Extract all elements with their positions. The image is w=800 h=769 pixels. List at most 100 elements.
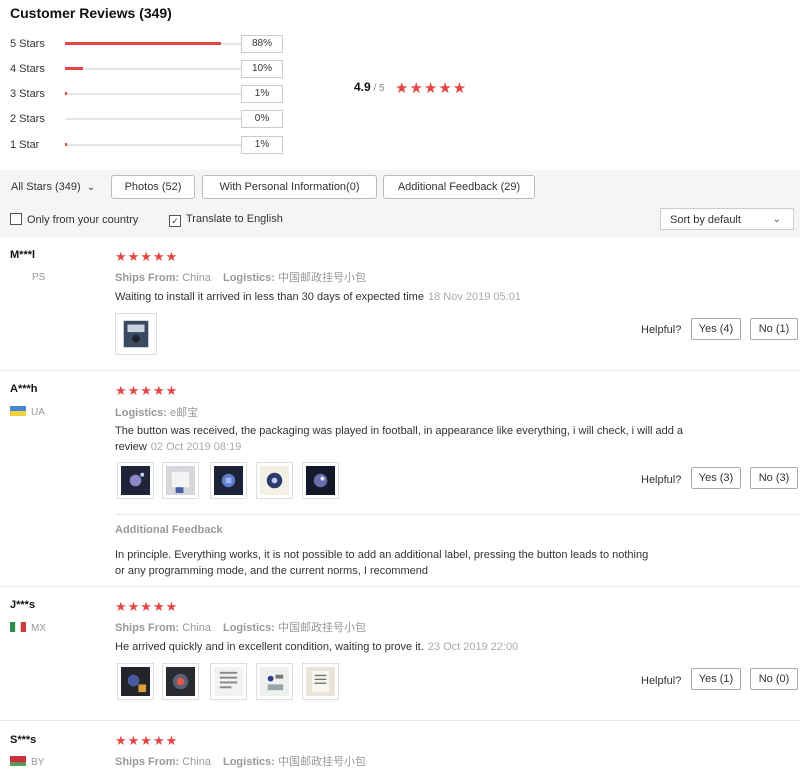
review-photo[interactable] xyxy=(256,663,293,700)
overall-outof: / 5 xyxy=(370,83,385,94)
review-date: 02 Oct 2019 08:19 xyxy=(150,441,242,453)
shipping-info: Logistics: e邮宝 xyxy=(115,404,198,420)
logistics-value: e邮宝 xyxy=(170,407,199,419)
review-photo[interactable] xyxy=(256,462,293,499)
rating-label: 3 Stars xyxy=(10,88,45,100)
review-photo[interactable] xyxy=(302,663,339,700)
rating-row-2[interactable]: 2 Stars 0% xyxy=(10,109,300,129)
reviewer-name: S***s xyxy=(10,734,37,746)
photo-thumbnail-icon xyxy=(214,667,243,696)
review-photo[interactable] xyxy=(162,462,199,499)
ships-from-value: China xyxy=(182,272,211,284)
additional-feedback-text: In principle. Everything works, it is no… xyxy=(115,547,735,579)
only-country-checkbox[interactable]: Only from your country xyxy=(10,213,138,226)
reviewer-country: MX xyxy=(10,622,46,634)
photo-thumbnail-icon xyxy=(214,466,243,495)
review-body-cont: review xyxy=(115,441,147,453)
ships-from-value: China xyxy=(182,756,211,768)
logistics-value: 中国邮政挂号小包 xyxy=(278,756,366,768)
rating-bar xyxy=(65,67,242,70)
rating-bar xyxy=(65,143,242,146)
logistics-label: Logistics: xyxy=(222,272,275,284)
photo-thumbnail-icon xyxy=(121,466,150,495)
review-body: Waiting to install it arrived in less th… xyxy=(115,291,424,303)
sort-select[interactable]: Sort by default ⌄ xyxy=(660,208,794,230)
no-vote-button[interactable]: No (3) xyxy=(750,467,798,489)
review-divider xyxy=(0,586,800,587)
rating-bar xyxy=(65,92,242,95)
photo-thumbnail-icon xyxy=(123,320,149,348)
review-stars-icon: ★★★★★ xyxy=(115,733,179,748)
no-vote-button[interactable]: No (1) xyxy=(750,318,798,340)
overall-rating: 4.9 / 5 xyxy=(354,80,385,94)
personal-info-filter-button[interactable]: With Personal Information(0) xyxy=(202,175,377,199)
overall-score: 4.9 xyxy=(354,80,371,94)
translate-label: Translate to English xyxy=(186,213,283,225)
review-photo[interactable] xyxy=(162,663,199,700)
review-photo[interactable] xyxy=(210,663,247,700)
chevron-down-icon: ⌄ xyxy=(772,214,781,225)
photo-thumbnail-icon xyxy=(260,667,289,696)
rating-percent: 10% xyxy=(241,60,283,78)
review-photo[interactable] xyxy=(117,462,154,499)
ships-from-label: Ships From: xyxy=(115,756,180,768)
country-code: UA xyxy=(31,407,45,418)
feedback-divider xyxy=(115,514,800,515)
helpful-label: Helpful? xyxy=(641,675,682,687)
rating-bar-fill xyxy=(65,42,221,45)
checkmark-icon: ✓ xyxy=(169,215,181,227)
reviewer-country: UA xyxy=(10,406,45,418)
review-text: The button was received, the packaging w… xyxy=(115,423,715,455)
review-divider xyxy=(0,720,800,721)
review-stars-icon: ★★★★★ xyxy=(115,599,179,614)
review-photo[interactable] xyxy=(117,663,154,700)
yes-vote-button[interactable]: Yes (3) xyxy=(691,467,741,489)
no-vote-button[interactable]: No (0) xyxy=(750,668,798,690)
yes-vote-button[interactable]: Yes (4) xyxy=(691,318,741,340)
helpful-label: Helpful? xyxy=(641,324,682,336)
shipping-info: Ships From: China Logistics: 中国邮政挂号小包 xyxy=(115,753,366,769)
reviewer-name: A***h xyxy=(10,383,38,395)
logistics-value: 中国邮政挂号小包 xyxy=(278,272,366,284)
rating-percent: 1% xyxy=(241,85,283,103)
flag-icon xyxy=(10,406,26,416)
translate-checkbox[interactable]: ✓ Translate to English xyxy=(169,213,283,227)
logistics-label: Logistics: xyxy=(222,756,275,768)
rating-bar-fill xyxy=(65,67,83,70)
rating-percent: 88% xyxy=(241,35,283,53)
rating-label: 5 Stars xyxy=(10,38,45,50)
logistics-label: Logistics: xyxy=(222,622,275,634)
additional-feedback-filter-button[interactable]: Additional Feedback (29) xyxy=(383,175,535,199)
photo-thumbnail-icon xyxy=(260,466,289,495)
review-body: He arrived quickly and in excellent cond… xyxy=(115,641,424,653)
country-code: MX xyxy=(31,623,46,634)
review-photo[interactable] xyxy=(302,462,339,499)
rating-row-3[interactable]: 3 Stars 1% xyxy=(10,84,300,104)
reviewer-name: J***s xyxy=(10,599,36,611)
flag-icon xyxy=(10,756,26,766)
rating-bar xyxy=(65,42,242,45)
chevron-down-icon: ⌄ xyxy=(86,182,96,193)
photo-thumbnail-icon xyxy=(166,466,195,495)
rating-row-1[interactable]: 1 Star 1% xyxy=(10,135,300,155)
review-photo[interactable] xyxy=(210,462,247,499)
rating-row-5[interactable]: 5 Stars 88% xyxy=(10,34,300,54)
additional-feedback-line: In principle. Everything works, it is no… xyxy=(115,549,649,561)
review-photo[interactable] xyxy=(115,313,157,355)
photos-filter-button[interactable]: Photos (52) xyxy=(111,175,195,199)
all-stars-dropdown[interactable]: All Stars (349) ⌄ xyxy=(11,181,95,193)
only-country-label: Only from your country xyxy=(27,214,139,226)
yes-vote-button[interactable]: Yes (1) xyxy=(691,668,741,690)
rating-percent: 1% xyxy=(241,136,283,154)
rating-percent: 0% xyxy=(241,110,283,128)
rating-bar xyxy=(65,118,242,120)
rating-row-4[interactable]: 4 Stars 10% xyxy=(10,59,300,79)
helpful-label: Helpful? xyxy=(641,474,682,486)
country-code: BY xyxy=(31,757,45,768)
shipping-info: Ships From: China Logistics: 中国邮政挂号小包 xyxy=(115,269,366,285)
review-stars-icon: ★★★★★ xyxy=(115,249,179,264)
checkbox-icon xyxy=(10,213,22,225)
review-text: He arrived quickly and in excellent cond… xyxy=(115,639,518,655)
review-date: 18 Nov 2019 05:01 xyxy=(427,291,521,303)
logistics-label: Logistics: xyxy=(115,407,167,419)
